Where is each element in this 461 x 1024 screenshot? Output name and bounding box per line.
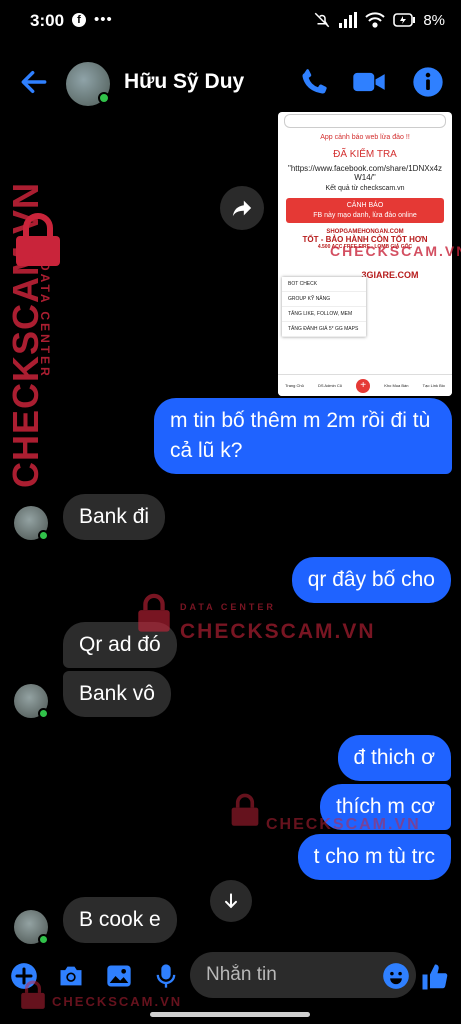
preview-tab: Kho Mua Bán [384, 383, 409, 388]
emoji-icon[interactable] [382, 962, 410, 990]
preview-tab: Trang Chủ [285, 383, 304, 388]
preview-warning-text: FB này mạo danh, lừa đảo online [313, 212, 417, 219]
wifi-icon [365, 12, 386, 28]
scroll-to-bottom-button[interactable] [210, 880, 252, 922]
preview-checked: ĐÃ KIỂM TRA [333, 149, 397, 160]
online-status-indicator [38, 708, 49, 719]
watermark-brand: CHECKSCAM.VN [52, 994, 183, 1009]
facebook-notification-icon: f [72, 12, 86, 27]
watermark-brand: CHECKSCAM.VN [180, 620, 376, 643]
back-arrow-icon[interactable] [18, 66, 50, 98]
watermark-brand: CHECKSCAM.VN [330, 243, 461, 259]
preview-add-icon: + [356, 378, 371, 393]
watermark-brand: CHECKSCAM.VN [266, 816, 421, 833]
contact-name[interactable]: Hữu Sỹ Duy [124, 70, 244, 94]
preview-url: "https://www.facebook.com/share/1DNXx4zW… [288, 164, 443, 182]
outgoing-message[interactable]: qr đây bố cho [291, 557, 451, 603]
battery-icon [393, 13, 416, 27]
mute-icon [315, 12, 330, 28]
message-composer [0, 950, 461, 1000]
battery-percent: 8% [423, 11, 445, 29]
online-status-indicator [98, 92, 110, 104]
status-time: 3:00 [30, 11, 65, 30]
preview-menu-item: TĂNG LIKE, FOLLOW, MEM [282, 307, 366, 322]
online-status-indicator [38, 530, 49, 541]
signal-icon [339, 12, 358, 28]
watermark-lock-icon [231, 793, 259, 826]
phone-call-icon[interactable] [298, 66, 330, 98]
more-notifications-icon: ••• [94, 11, 113, 28]
status-notifications: f ••• [72, 11, 113, 28]
outgoing-message[interactable]: đ thich ơ [337, 735, 451, 781]
camera-icon[interactable] [57, 962, 85, 990]
preview-menu-item: BOT CHECK [282, 277, 366, 292]
incoming-message[interactable]: Bank đi [63, 494, 166, 540]
gallery-icon[interactable] [105, 962, 133, 990]
microphone-icon[interactable] [152, 962, 180, 990]
watermark-lock-icon [138, 593, 170, 632]
preview-tab-bar: Trang Chủ DS Admin Cũ + Kho Mua Bán Tạo … [278, 374, 452, 396]
preview-menu: BOT CHECK GROUP KỸ NĂNG TĂNG LIKE, FOLLO… [282, 277, 366, 337]
home-indicator [150, 1012, 310, 1017]
watermark-tagline: DATA CENTER [180, 602, 276, 612]
preview-search-bar [284, 114, 446, 128]
incoming-message[interactable]: Bank vô [63, 671, 171, 717]
preview-alert-title: App cảnh báo web lừa đảo !! [320, 134, 410, 141]
chat-header: Hữu Sỹ Duy [0, 54, 461, 110]
preview-menu-item: GROUP KỸ NĂNG [282, 292, 366, 307]
thumbs-up-icon[interactable] [420, 962, 450, 992]
preview-result: Kết quả từ checkscam.vn [325, 185, 405, 192]
forward-button[interactable] [220, 186, 264, 230]
watermark-tagline: DATA CENTER [38, 262, 52, 379]
outgoing-message[interactable]: m tin bố thêm m 2m rồi đi tù cả lũ k? [154, 398, 452, 474]
preview-tab: DS Admin Cũ [317, 383, 342, 388]
info-icon[interactable] [412, 66, 444, 98]
video-call-icon[interactable] [352, 66, 386, 98]
online-status-indicator [38, 934, 49, 945]
watermark-lock-icon [21, 980, 45, 1009]
incoming-message[interactable]: B cook e [63, 897, 177, 943]
preview-warning-banner: CẢNH BÁO FB này mạo danh, lừa đảo online [286, 198, 444, 223]
preview-tab: Tạo Link Bio [422, 383, 445, 388]
preview-menu-item: TĂNG ĐÁNH GIÁ 5* GG MAPS [282, 322, 366, 337]
forward-arrow-icon [232, 200, 252, 217]
status-bar: 3:00 f ••• 8% [0, 0, 461, 44]
preview-warning-title: CẢNH BÁO [346, 202, 384, 209]
arrow-down-icon [225, 893, 237, 909]
outgoing-message[interactable]: t cho m tù trc [297, 834, 451, 880]
status-right: 8% [313, 11, 445, 29]
